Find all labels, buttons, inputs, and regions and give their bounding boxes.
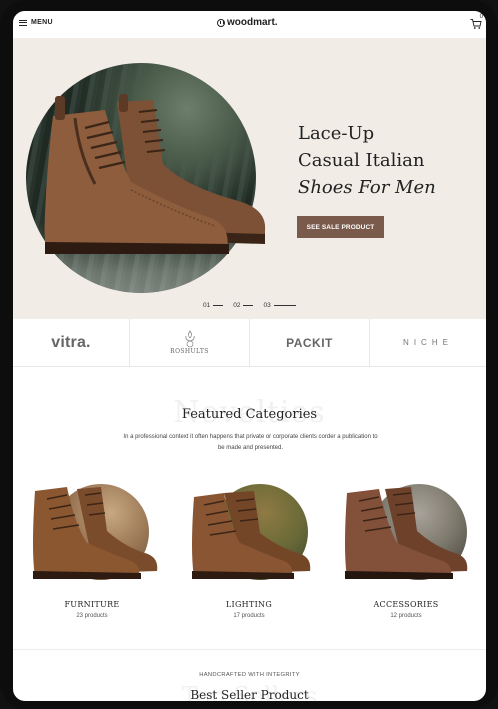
cart-button[interactable]: 0 bbox=[470, 14, 483, 29]
menu-label: MENU bbox=[31, 19, 53, 26]
menu-button[interactable]: MENU bbox=[19, 19, 53, 26]
category-count: 17 products bbox=[233, 613, 265, 619]
hero-title-line2: Casual Italian bbox=[298, 150, 425, 171]
category-card-furniture[interactable]: FURNITURE 23 products bbox=[17, 481, 167, 631]
slide-dot-1[interactable]: 01 bbox=[203, 302, 224, 309]
category-card-accessories[interactable]: ACCESSORIES 12 products bbox=[331, 481, 481, 631]
category-count: 23 products bbox=[76, 613, 108, 619]
brand-vitra[interactable]: vitra. bbox=[13, 319, 130, 366]
hamburger-icon bbox=[19, 19, 27, 26]
brand-roshults[interactable]: ROSHULTS bbox=[130, 319, 250, 366]
tablet-frame: MENU woodmart. 0 Lace-Up Casual Italian … bbox=[0, 0, 498, 709]
hero-boots-image bbox=[44, 94, 266, 254]
slide-number: 03 bbox=[263, 302, 271, 309]
bestseller-title: Best Seller Product bbox=[190, 688, 309, 701]
category-boot-image bbox=[345, 487, 468, 579]
slide-dot-3[interactable]: 03 bbox=[263, 302, 296, 309]
hero-slider: Lace-Up Casual Italian Shoes For Men SEE… bbox=[13, 38, 486, 319]
slide-number: 01 bbox=[203, 302, 211, 309]
screen: MENU woodmart. 0 Lace-Up Casual Italian … bbox=[13, 11, 486, 701]
category-name[interactable]: ACCESSORIES bbox=[331, 600, 481, 609]
featured-description-line1: In a professional context it often happe… bbox=[123, 434, 378, 440]
featured-title: Featured Categories bbox=[181, 407, 318, 422]
section-divider bbox=[13, 649, 486, 650]
category-count: 12 products bbox=[390, 613, 422, 619]
cart-count: 0 bbox=[479, 14, 483, 20]
brand-packit[interactable]: PACKIT bbox=[250, 319, 370, 366]
hero-heading: Lace-Up Casual Italian Shoes For Men bbox=[298, 120, 436, 201]
site-logo[interactable]: woodmart. bbox=[217, 17, 278, 28]
brand-packit-logo: PACKIT bbox=[286, 335, 333, 350]
site-header: MENU woodmart. 0 bbox=[13, 11, 486, 38]
category-boot-image bbox=[33, 487, 158, 579]
brand-niche-logo: NICHE bbox=[403, 338, 453, 347]
slide-number: 02 bbox=[233, 302, 241, 309]
category-boot-image bbox=[192, 491, 311, 579]
category-name[interactable]: FURNITURE bbox=[17, 600, 167, 609]
featured-description: In a professional context it often happe… bbox=[108, 432, 393, 454]
see-sale-product-button[interactable]: SEE SALE PRODUCT bbox=[297, 216, 384, 238]
featured-description-line2: be made and presented. bbox=[217, 445, 284, 451]
brand-roshults-logo: ROSHULTS bbox=[170, 348, 209, 355]
roshults-emblem-icon bbox=[184, 330, 195, 348]
slide-dot-2[interactable]: 02 bbox=[233, 302, 254, 309]
hero-title-line3: Shoes For Men bbox=[298, 177, 436, 198]
bestseller-kicker: HANDCRAFTED WITH INTEGRITY bbox=[199, 672, 300, 678]
brand-niche[interactable]: NICHE bbox=[370, 319, 486, 366]
logo-mark-icon bbox=[217, 18, 225, 27]
logo-text: woodmart. bbox=[227, 17, 278, 28]
brand-strip: vitra. ROSHULTS PACKIT NICHE bbox=[13, 319, 486, 367]
category-card-lighting[interactable]: LIGHTING 17 products bbox=[174, 481, 324, 631]
slider-pagination: 01 02 03 bbox=[203, 302, 296, 309]
brand-vitra-logo: vitra. bbox=[51, 333, 91, 351]
hero-title-line1: Lace-Up bbox=[298, 123, 375, 144]
category-name[interactable]: LIGHTING bbox=[174, 600, 324, 609]
